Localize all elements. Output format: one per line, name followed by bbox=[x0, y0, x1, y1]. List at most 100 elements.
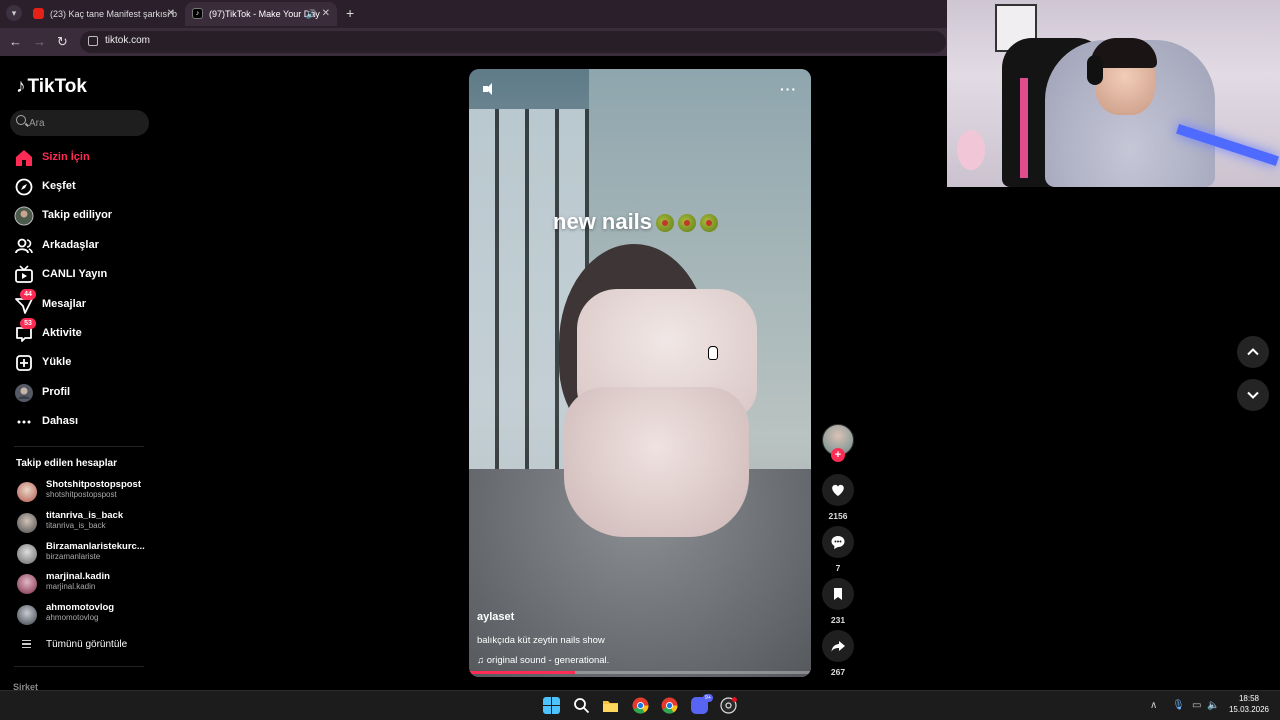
see-all-button[interactable]: Tümünü görüntüle bbox=[16, 638, 156, 654]
nav-label: Dahası bbox=[42, 415, 79, 427]
system-clock[interactable]: 18:58 15.03.2026 bbox=[1226, 693, 1272, 715]
discord-icon[interactable]: 9+ bbox=[691, 694, 713, 714]
tab-youtube[interactable]: (23) Kaç tane Manifest şarkısı b ✕ bbox=[26, 2, 182, 26]
discord-badge: 9+ bbox=[703, 694, 713, 702]
steam-icon[interactable] bbox=[720, 697, 737, 714]
avatar bbox=[17, 482, 37, 502]
tab-search-chevron-icon[interactable]: ▾ bbox=[6, 5, 22, 21]
comment-button[interactable] bbox=[822, 526, 854, 558]
site-info-icon[interactable] bbox=[88, 36, 98, 46]
followed-account[interactable]: Shotshitpostopspost shotshitpostopspost bbox=[16, 478, 162, 506]
video-more-icon[interactable]: ··· bbox=[780, 81, 797, 97]
nav-label: Aktivite bbox=[42, 327, 82, 339]
nav-item-messages[interactable]: 44 Mesajlar bbox=[14, 289, 154, 317]
more-dots-icon bbox=[17, 420, 31, 424]
like-button[interactable] bbox=[822, 474, 854, 506]
overlay-text: new nails bbox=[553, 209, 653, 234]
volume-icon[interactable] bbox=[483, 83, 497, 95]
new-tab-plus-icon[interactable]: + bbox=[346, 5, 354, 21]
nav-item-activity[interactable]: 53 Aktivite bbox=[14, 318, 154, 346]
video-progress-bar[interactable] bbox=[469, 671, 811, 674]
sidebar-divider bbox=[14, 446, 144, 447]
back-arrow-icon[interactable]: ← bbox=[9, 34, 22, 50]
account-handle: shotshitpostopspost bbox=[46, 490, 117, 499]
nav-item-upload[interactable]: Yükle bbox=[14, 351, 154, 375]
file-explorer-icon[interactable] bbox=[602, 697, 619, 714]
tiktok-logo[interactable]: ♪ TikTok bbox=[16, 76, 87, 98]
avatar bbox=[17, 605, 37, 625]
live-tv-icon bbox=[15, 265, 33, 283]
chrome-active-icon[interactable] bbox=[661, 697, 678, 714]
search-icon[interactable] bbox=[573, 697, 590, 714]
nav-item-following[interactable]: Takip ediliyor bbox=[14, 204, 154, 228]
followed-account[interactable]: Birzamanlaristekurc... birzamanlariste bbox=[16, 540, 162, 568]
video-player[interactable]: ··· new nails aylaset balıkçıda küt zeyt… bbox=[469, 69, 811, 677]
list-icon bbox=[22, 640, 31, 648]
messages-badge: 44 bbox=[20, 289, 36, 300]
share-button[interactable] bbox=[822, 630, 854, 662]
share-arrow-icon bbox=[831, 641, 845, 652]
video-author[interactable]: aylaset bbox=[477, 611, 514, 623]
account-handle: birzamanlariste bbox=[46, 552, 101, 561]
music-note-icon: ♫ bbox=[477, 655, 487, 666]
address-bar[interactable]: tiktok.com bbox=[80, 31, 946, 53]
previous-video-button[interactable] bbox=[1237, 336, 1269, 368]
video-description: balıkçıda küt zeytin nails show bbox=[477, 635, 605, 646]
follow-plus-icon[interactable]: + bbox=[831, 448, 845, 462]
followed-account[interactable]: marjinal.kadin marjinal.kadin bbox=[16, 570, 162, 598]
chevron-down-icon bbox=[1247, 391, 1259, 399]
nav-item-for-you[interactable]: Sizin İçin bbox=[14, 146, 154, 170]
webcam-overlay bbox=[947, 0, 1280, 187]
next-video-button[interactable] bbox=[1237, 379, 1269, 411]
chevron-up-icon bbox=[1247, 348, 1259, 356]
comment-icon bbox=[831, 536, 845, 549]
nav-label: Sizin İçin bbox=[42, 151, 90, 163]
nav-item-explore[interactable]: Keşfet bbox=[14, 175, 154, 199]
close-tab-icon[interactable]: ✕ bbox=[167, 2, 175, 26]
video-progress-fill bbox=[469, 671, 576, 674]
nav-label: Arkadaşlar bbox=[42, 239, 99, 251]
tab-audio-icon[interactable]: 🔊 bbox=[306, 2, 317, 26]
search-input[interactable] bbox=[29, 114, 139, 132]
nav-label: Keşfet bbox=[42, 180, 76, 192]
tiktok-sidebar: ♪TikTok Sizin İçin Keşfet Takip ediliyor… bbox=[0, 58, 162, 692]
save-button[interactable] bbox=[822, 578, 854, 610]
taskbar: 9+ ∧ 🎙 ▭ 🔈 18:58 15.03.2026 bbox=[0, 690, 1280, 720]
nav-item-friends[interactable]: Arkadaşlar bbox=[14, 234, 154, 258]
tray-overflow-chevron-icon[interactable]: ∧ bbox=[1150, 700, 1157, 711]
forward-arrow-icon[interactable]: → bbox=[33, 34, 46, 50]
search-box[interactable] bbox=[10, 110, 149, 136]
tiktok-icon: ♪ bbox=[192, 8, 203, 19]
nav-label: Mesajlar bbox=[42, 298, 87, 310]
sidebar-divider bbox=[14, 666, 144, 667]
windows-start-icon[interactable] bbox=[543, 697, 560, 714]
nav-item-more[interactable]: Dahası bbox=[14, 410, 154, 434]
olive-emoji-icon bbox=[700, 214, 719, 233]
tab-title: (97)TikTok - Make Your Day bbox=[209, 9, 320, 19]
share-count: 267 bbox=[830, 667, 846, 677]
nav-item-live[interactable]: CANLI Yayın bbox=[14, 263, 154, 287]
activity-badge: 53 bbox=[20, 318, 36, 329]
following-avatar-icon bbox=[14, 206, 34, 226]
account-name: Shotshitpostopspost bbox=[46, 479, 141, 490]
reload-icon[interactable]: ↻ bbox=[57, 34, 68, 50]
volume-icon[interactable]: 🔈 bbox=[1207, 700, 1219, 711]
see-all-label: Tümünü görüntüle bbox=[46, 639, 128, 650]
tab-tiktok[interactable]: ♪ (97)TikTok - Make Your Day 🔊 ✕ bbox=[185, 2, 337, 26]
close-tab-icon[interactable]: ✕ bbox=[322, 2, 330, 26]
upload-icon bbox=[16, 355, 32, 371]
followed-account[interactable]: ahmomotovlog ahmomotovlog bbox=[16, 601, 162, 629]
video-music[interactable]: ♫ original sound - generational. bbox=[477, 655, 609, 666]
followed-account[interactable]: titanriva_is_back titanriva_is_back bbox=[16, 509, 162, 537]
clock-time: 18:58 bbox=[1238, 694, 1260, 703]
nav-item-profile[interactable]: Profil bbox=[14, 381, 154, 405]
chrome-icon[interactable] bbox=[632, 697, 649, 714]
microphone-icon[interactable]: 🎙 bbox=[1172, 700, 1185, 711]
network-icon[interactable]: ▭ bbox=[1192, 700, 1201, 711]
nav-label: Yükle bbox=[42, 356, 72, 368]
friends-icon bbox=[15, 238, 33, 254]
comment-count: 7 bbox=[835, 563, 841, 573]
chair-stripe bbox=[1020, 78, 1028, 178]
clock-date: 15.03.2026 bbox=[1228, 705, 1270, 714]
profile-avatar-icon bbox=[15, 384, 33, 402]
